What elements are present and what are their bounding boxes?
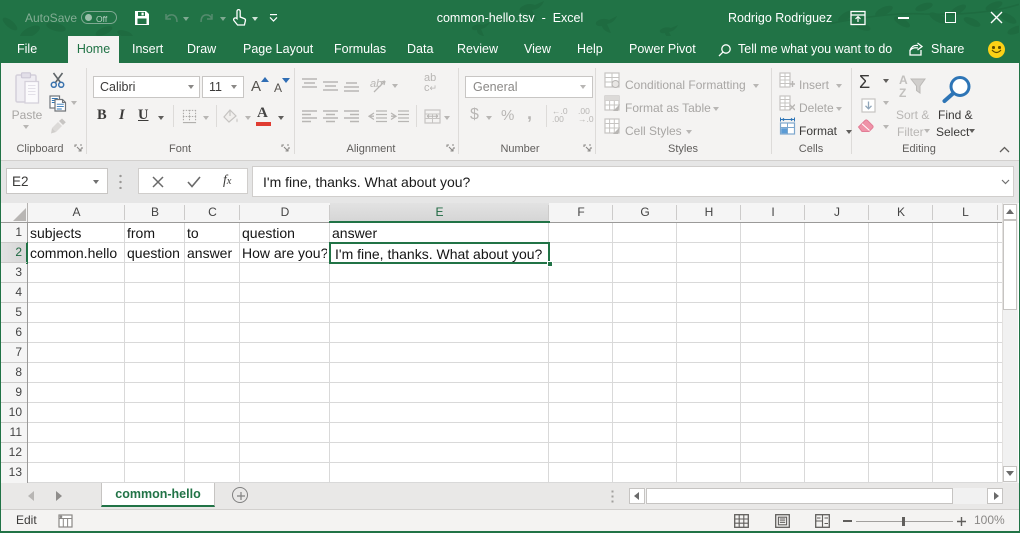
svg-text:ab: ab [370,78,382,90]
